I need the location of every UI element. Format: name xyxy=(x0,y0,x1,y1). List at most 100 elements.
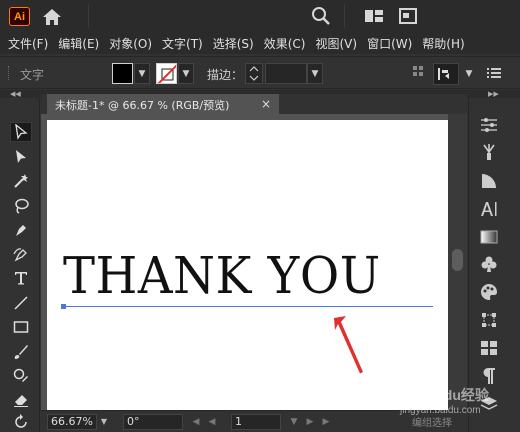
rotation-field[interactable]: 0° xyxy=(123,414,183,430)
properties-panel-button[interactable] xyxy=(478,114,500,136)
menu-file[interactable]: 文件(F) xyxy=(8,35,48,52)
app-logo: Ai xyxy=(9,7,30,26)
watermark-url: jingyan.baidu.com xyxy=(399,405,481,416)
direct-selection-icon xyxy=(16,150,26,163)
curvature-icon xyxy=(13,248,27,262)
pie-shape-icon xyxy=(482,174,496,188)
workspace-icon[interactable] xyxy=(398,6,418,26)
lasso-icon xyxy=(15,198,29,214)
curvature-tool[interactable] xyxy=(10,244,32,264)
menu-effect[interactable]: 效果(C) xyxy=(264,35,306,52)
menu-object[interactable]: 对象(O) xyxy=(109,35,152,52)
align-grid-icon[interactable] xyxy=(412,65,428,81)
club-symbol-icon xyxy=(481,256,497,272)
fill-color-swatch[interactable] xyxy=(112,63,133,84)
close-tab-button[interactable]: × xyxy=(258,94,274,114)
first-artboard-button[interactable]: ◀ xyxy=(189,414,203,430)
canvas-area[interactable]: THANK YOU xyxy=(41,114,467,410)
magic-wand-tool[interactable] xyxy=(10,171,32,191)
menu-window[interactable]: 窗口(W) xyxy=(367,35,412,52)
stroke-color-swatch[interactable] xyxy=(156,63,177,84)
document-tab[interactable]: 未标题-1* @ 66.67 % (RGB/预览) xyxy=(47,94,279,114)
last-artboard-button[interactable]: ▶ xyxy=(319,414,333,430)
brushes-panel-button[interactable] xyxy=(478,141,500,163)
annotation-arrow-icon xyxy=(334,316,363,374)
transform-icon xyxy=(482,313,496,327)
lasso-tool[interactable] xyxy=(10,196,32,216)
gradient-shape-panel-button[interactable] xyxy=(478,170,500,192)
rotate-tool[interactable] xyxy=(10,412,32,432)
artboard-text[interactable]: THANK YOU xyxy=(63,251,381,301)
zoom-dropdown[interactable]: ▼ xyxy=(97,414,111,430)
swatches-panel-button[interactable] xyxy=(478,281,500,303)
line-icon xyxy=(14,296,28,310)
eraser-tool[interactable] xyxy=(10,390,32,410)
menu-edit[interactable]: 编辑(E) xyxy=(58,35,99,52)
control-tool-label: 文字 xyxy=(20,68,45,82)
stroke-weight-input[interactable] xyxy=(265,63,307,84)
line-segment-tool[interactable] xyxy=(10,293,32,313)
panel-grip[interactable] xyxy=(8,66,11,80)
zoom-level-field[interactable]: 66.67% xyxy=(47,414,97,430)
menu-type[interactable]: 文字(T) xyxy=(162,35,203,52)
search-icon[interactable] xyxy=(311,6,331,26)
paintbrush-tool[interactable] xyxy=(10,342,32,362)
align-panel-button[interactable] xyxy=(478,337,500,359)
stroke-dropdown[interactable]: ▼ xyxy=(178,63,194,84)
paragraph-align-button[interactable] xyxy=(433,63,459,85)
menu-select[interactable]: 选择(S) xyxy=(213,35,254,52)
control-bar: 文字 ▼ ▼ 描边： ▼ ▼ xyxy=(0,56,520,89)
gradient-panel-button[interactable] xyxy=(478,226,500,248)
vertical-scroll-thumb[interactable] xyxy=(452,249,463,271)
sliders-icon xyxy=(481,118,497,132)
type-tool[interactable] xyxy=(10,268,32,288)
magic-wand-icon xyxy=(14,174,28,188)
artboard-dropdown[interactable]: ▼ xyxy=(287,414,301,430)
eraser-icon xyxy=(14,395,28,407)
brush-fan-icon xyxy=(483,144,495,160)
align-icon xyxy=(481,341,497,355)
pen-tool[interactable] xyxy=(10,220,32,240)
symbols-panel-button[interactable] xyxy=(478,253,500,275)
direct-selection-tool[interactable] xyxy=(10,147,32,167)
stroke-weight-dropdown[interactable]: ▼ xyxy=(307,63,323,84)
fill-dropdown[interactable]: ▼ xyxy=(134,63,150,84)
shaper-tool[interactable] xyxy=(10,366,32,386)
type-t-icon xyxy=(15,272,27,285)
home-icon[interactable] xyxy=(42,7,62,27)
rotate-icon xyxy=(15,414,27,428)
tools-panel xyxy=(0,98,40,432)
menu-help[interactable]: 帮助(H) xyxy=(422,35,464,52)
watermark-caption: 编组选择 xyxy=(412,416,452,429)
text-anchor-point[interactable] xyxy=(61,304,66,309)
vertical-scrollbar[interactable] xyxy=(448,114,467,410)
watermark-text: Baidu经验 xyxy=(422,387,490,403)
artboard-number-field[interactable]: 1 xyxy=(231,414,281,430)
artboard[interactable]: THANK YOU xyxy=(47,120,450,410)
collapse-toolbar-icon[interactable]: ◀◀ xyxy=(10,90,21,98)
transform-panel-button[interactable] xyxy=(478,309,500,331)
watermark-logo: Baidu经验 jingyan.baidu.com 编组选择 xyxy=(399,387,490,429)
character-panel-button[interactable] xyxy=(478,198,500,220)
next-artboard-button[interactable]: ▶ xyxy=(303,414,317,430)
pen-icon xyxy=(16,225,26,236)
palette-icon xyxy=(481,284,497,300)
paragraph-dropdown[interactable]: ▼ xyxy=(461,63,477,84)
menu-view[interactable]: 视图(V) xyxy=(315,35,357,52)
title-separator xyxy=(344,4,345,28)
selection-arrow-icon xyxy=(15,124,28,140)
stroke-label: 描边： xyxy=(207,68,244,82)
text-baseline xyxy=(63,306,433,307)
panel-menu-icon[interactable] xyxy=(487,67,501,79)
rectangle-tool[interactable] xyxy=(10,317,32,337)
character-a-icon xyxy=(481,202,497,216)
arrange-documents-icon[interactable] xyxy=(364,6,384,26)
gradient-icon xyxy=(480,230,498,244)
menu-bar: 文件(F) 编辑(E) 对象(O) 文字(T) 选择(S) 效果(C) 视图(V… xyxy=(0,33,520,54)
previous-artboard-button[interactable]: ◀ xyxy=(205,414,219,430)
shaper-icon xyxy=(13,368,28,382)
collapse-dock-icon[interactable]: ▶▶ xyxy=(488,90,499,98)
stepper-arrows-icon xyxy=(249,66,259,81)
selection-tool[interactable] xyxy=(10,122,32,142)
stroke-weight-stepper[interactable] xyxy=(245,63,263,84)
